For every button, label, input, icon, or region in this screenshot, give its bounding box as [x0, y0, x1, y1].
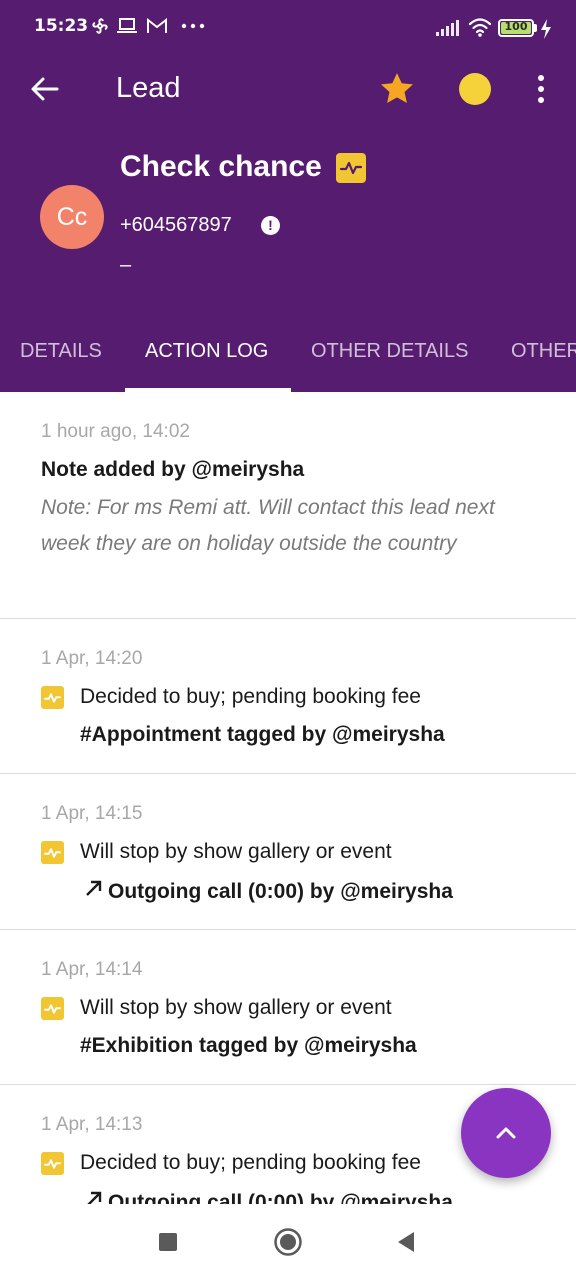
activity-pulse-icon: [41, 1152, 64, 1175]
list-item[interactable]: 1 Apr, 14:14 Will stop by show gallery o…: [0, 930, 576, 1085]
lead-phone[interactable]: +604567897: [120, 214, 232, 237]
lead-secondary: –: [120, 254, 132, 276]
entry-timestamp: 1 Apr, 14:15: [41, 803, 143, 824]
battery-icon: 100: [498, 19, 534, 37]
entry-timestamp: 1 Apr, 14:20: [41, 648, 143, 669]
entry-action-row: Outgoing call (0:00) by @meirysha: [84, 878, 453, 904]
entry-status: Will stop by show gallery or event: [80, 840, 392, 863]
status-time: 15:23: [34, 16, 89, 36]
entry-action: #Appointment tagged by @meirysha: [80, 723, 445, 746]
entry-status: Decided to buy; pending booking fee: [80, 685, 421, 708]
list-item[interactable]: 1 Apr, 14:15 Will stop by show gallery o…: [0, 774, 576, 930]
entry-action: #Exhibition tagged by @meirysha: [80, 1034, 417, 1057]
battery-tip: [534, 24, 537, 32]
info-icon[interactable]: !: [261, 216, 280, 235]
entry-timestamp: 1 Apr, 14:13: [41, 1114, 143, 1135]
yellow-dot-icon: [459, 73, 491, 105]
star-icon: [381, 73, 413, 104]
entry-action: Outgoing call (0:00) by @meirysha: [108, 1191, 453, 1204]
outgoing-call-arrow-icon: [84, 878, 104, 904]
overflow-menu-button[interactable]: [520, 66, 562, 112]
tab-other-details[interactable]: OTHER DETAILS: [311, 340, 468, 363]
activity-pulse-icon: [336, 153, 366, 183]
home-button[interactable]: [266, 1220, 310, 1264]
lead-name: Check chance: [120, 150, 322, 183]
list-item[interactable]: 1 hour ago, 14:02 Note added by @meirysh…: [0, 392, 576, 619]
back-button[interactable]: [22, 66, 68, 112]
recents-button[interactable]: [146, 1220, 190, 1264]
favorite-button[interactable]: [374, 66, 420, 112]
triangle-back-icon: [398, 1232, 414, 1252]
wifi-icon: [468, 15, 492, 39]
more-vert-icon: [538, 75, 544, 81]
entry-action: Outgoing call (0:00) by @meirysha: [108, 880, 453, 903]
more-dots-icon: [181, 14, 205, 38]
page-title: Lead: [116, 72, 181, 104]
activity-pulse-icon: [41, 841, 64, 864]
lead-header: 15:23 100 Lead Cc Check chance +60456789…: [0, 0, 576, 392]
chevron-up-icon: [496, 1127, 516, 1139]
outgoing-call-arrow-icon: [84, 1189, 104, 1204]
square-icon: [159, 1233, 177, 1251]
tab-other[interactable]: OTHER: [511, 340, 576, 363]
fan-icon: [90, 14, 110, 38]
entry-status: Will stop by show gallery or event: [80, 996, 392, 1019]
gmail-icon: [146, 14, 168, 38]
entry-status: Decided to buy; pending booking fee: [80, 1151, 421, 1174]
battery-level: 100: [504, 20, 528, 33]
scroll-to-top-button[interactable]: [461, 1088, 551, 1178]
list-item[interactable]: 1 Apr, 14:20 Decided to buy; pending boo…: [0, 619, 576, 774]
entry-title: Note added by @meirysha: [41, 458, 305, 481]
signal-icon: [436, 20, 460, 36]
status-color-button[interactable]: [452, 66, 498, 112]
avatar: Cc: [40, 185, 104, 249]
system-nav-bar: [0, 1204, 576, 1280]
home-circle-icon: [274, 1228, 302, 1256]
tab-details[interactable]: DETAILS: [20, 340, 102, 363]
status-bar: 15:23 100: [0, 0, 576, 56]
arrow-left-icon: [31, 77, 59, 101]
activity-pulse-icon: [41, 686, 64, 709]
entry-note: Note: For ms Remi att. Will contact this…: [41, 496, 495, 555]
action-log-list[interactable]: 1 hour ago, 14:02 Note added by @meirysh…: [0, 392, 576, 1204]
entry-timestamp: 1 hour ago, 14:02: [41, 421, 190, 442]
entry-timestamp: 1 Apr, 14:14: [41, 959, 143, 980]
back-nav-button[interactable]: [384, 1220, 428, 1264]
tab-action-log[interactable]: ACTION LOG: [145, 340, 268, 363]
activity-pulse-icon: [41, 997, 64, 1020]
laptop-icon: [116, 14, 138, 38]
charging-icon: [540, 17, 552, 41]
entry-action-row: Outgoing call (0:00) by @meirysha: [84, 1189, 453, 1204]
